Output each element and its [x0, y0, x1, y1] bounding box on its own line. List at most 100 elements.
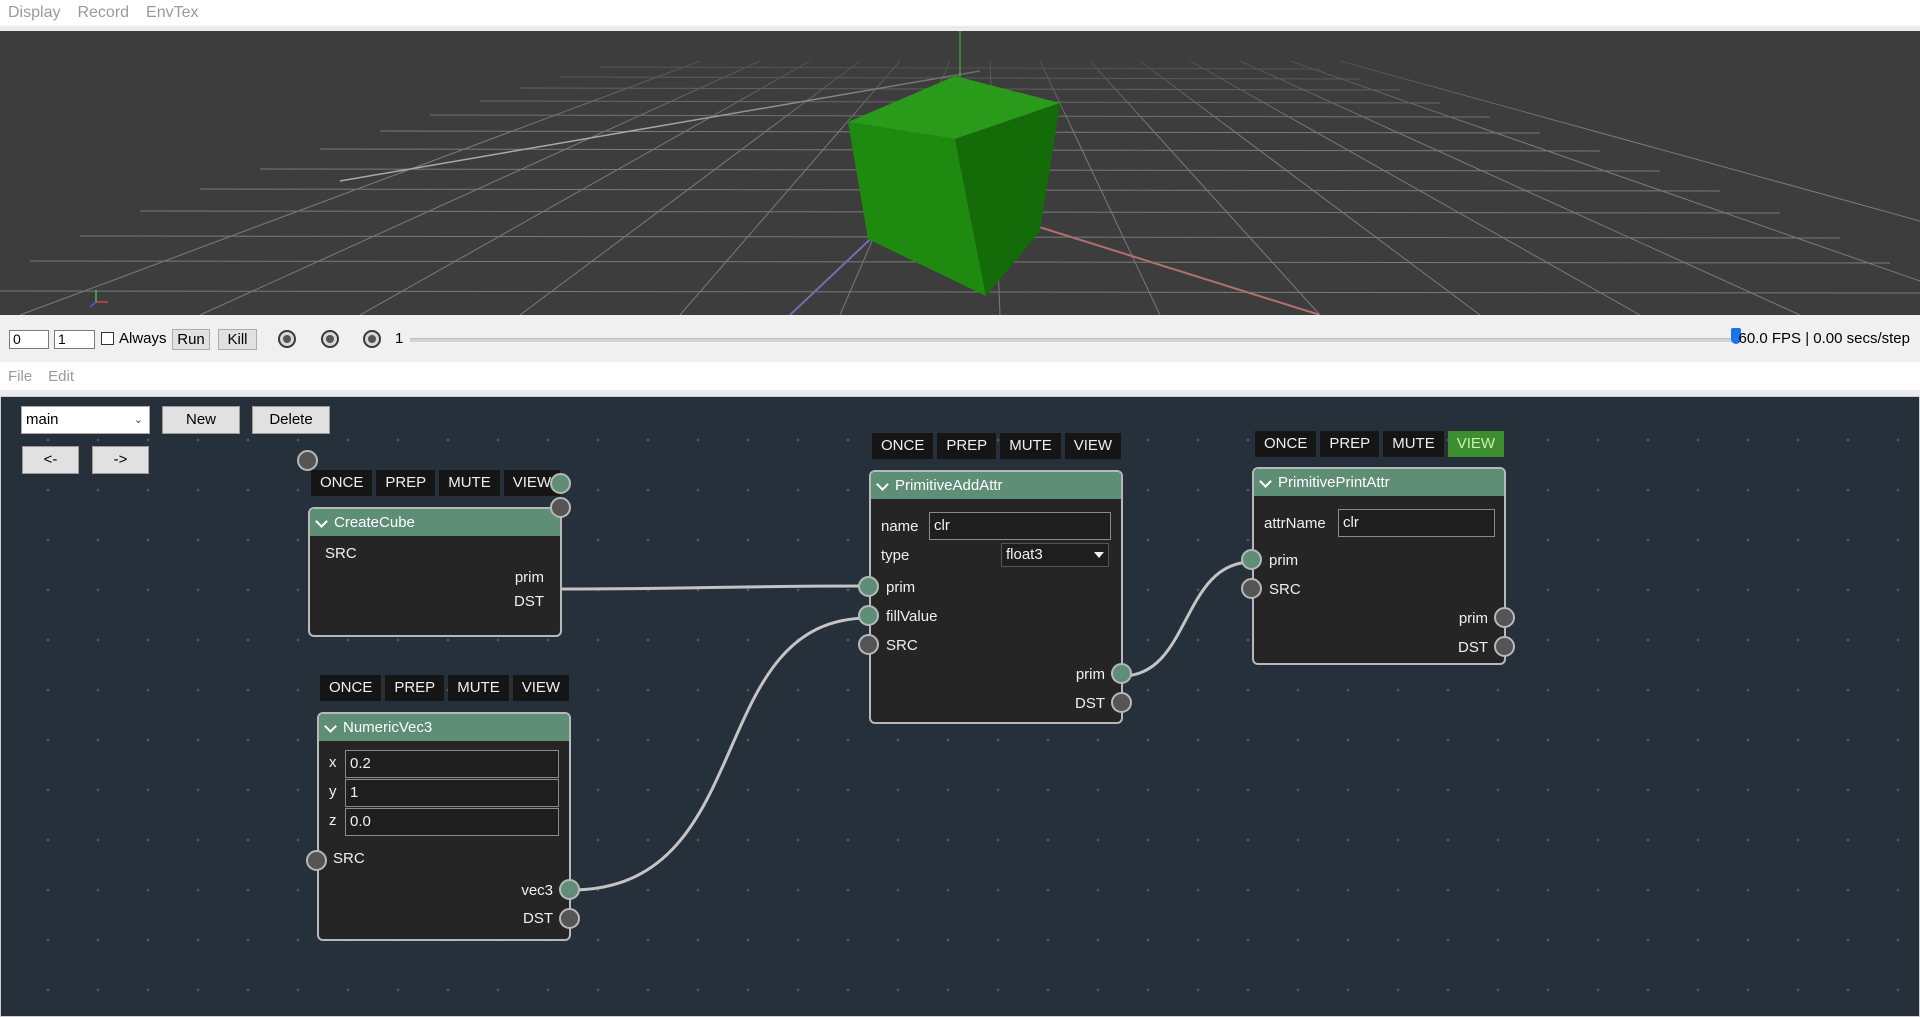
printattr-once-toggle[interactable]: ONCE — [1255, 431, 1317, 457]
createcube-title: CreateCube — [334, 514, 415, 531]
run-button[interactable]: Run — [172, 329, 210, 350]
menu-file[interactable]: File — [8, 368, 32, 385]
menu-record[interactable]: Record — [77, 4, 129, 22]
addattr-dst-port[interactable] — [1111, 692, 1132, 713]
addattr-src-port[interactable] — [858, 634, 879, 655]
chevron-down-icon[interactable] — [315, 515, 328, 528]
wire-cube-to-addattr — [560, 584, 870, 591]
createcube-header[interactable]: CreateCube — [310, 509, 560, 536]
prev-frame-icon[interactable] — [321, 330, 339, 348]
wire-addattr-to-printattr — [1121, 560, 1253, 678]
start-frame-input[interactable]: 0 — [9, 330, 49, 349]
printattr-src-label: SRC — [1269, 581, 1301, 598]
vec3-y-input[interactable]: 1 — [345, 779, 559, 807]
numericvec3-view-toggle[interactable]: VIEW — [512, 675, 570, 701]
printattr-attrname-label: attrName — [1264, 515, 1326, 532]
createcube-dst-port[interactable] — [550, 497, 571, 518]
printattr-mute-toggle[interactable]: MUTE — [1383, 431, 1444, 457]
createcube-prep-toggle[interactable]: PREP — [376, 470, 436, 496]
kill-button[interactable]: Kill — [218, 329, 257, 350]
createcube-src-label: SRC — [325, 545, 357, 562]
numericvec3-title: NumericVec3 — [343, 719, 433, 736]
addattr-prim-in-label: prim — [886, 579, 916, 596]
printattr-prim-out-port[interactable] — [1494, 607, 1515, 628]
wire-vec3-to-fillvalue — [570, 616, 870, 892]
printattr-dst-label: DST — [1458, 639, 1488, 656]
vec3-x-input[interactable]: 0.2 — [345, 750, 559, 778]
addattr-type-select[interactable]: float3 — [1001, 543, 1109, 567]
printattr-prim-out-label: prim — [1458, 610, 1488, 627]
vec3-z-input[interactable]: 0.0 — [345, 808, 559, 836]
numericvec3-dst-port[interactable] — [559, 908, 580, 929]
createcube-prim-port[interactable] — [550, 473, 571, 494]
numericvec3-mute-toggle[interactable]: MUTE — [448, 675, 509, 701]
printattr-header[interactable]: PrimitivePrintAttr — [1254, 469, 1504, 496]
current-frame-label: 1 — [395, 330, 404, 347]
printattr-toolbar: ONCE PREP MUTE VIEW — [1255, 431, 1505, 457]
chevron-down-icon[interactable] — [324, 720, 337, 733]
addattr-fillvalue-label: fillValue — [886, 608, 938, 625]
createcube-dst-label: DST — [514, 593, 544, 610]
createcube-toolbar: ONCE PREP MUTE VIEW — [311, 470, 561, 496]
next-frame-icon[interactable] — [363, 330, 381, 348]
printattr-prep-toggle[interactable]: PREP — [1320, 431, 1380, 457]
node-graph-canvas[interactable]: main ⌄ New Delete <- -> ONCE PREP MUTE V… — [0, 396, 1920, 1017]
numericvec3-src-port[interactable] — [306, 850, 327, 871]
addattr-header[interactable]: PrimitiveAddAttr — [871, 472, 1121, 499]
chevron-down-icon[interactable] — [1259, 475, 1272, 488]
editor-menubar: File Edit — [0, 362, 1920, 390]
printattr-dst-port[interactable] — [1494, 636, 1515, 657]
frame-slider-track[interactable] — [410, 338, 1740, 342]
addattr-prim-in-port[interactable] — [858, 576, 879, 597]
node-primitiveaddattr[interactable]: PrimitiveAddAttr name clr type float3 pr… — [869, 470, 1123, 724]
addattr-src-label: SRC — [886, 637, 918, 654]
addattr-fillvalue-port[interactable] — [858, 605, 879, 626]
addattr-mute-toggle[interactable]: MUTE — [1000, 433, 1061, 459]
addattr-prim-out-label: prim — [1075, 666, 1105, 683]
viewport-scene — [0, 31, 1920, 315]
menu-envtex[interactable]: EnvTex — [146, 4, 198, 22]
vec3-z-label: z — [329, 812, 337, 829]
chevron-down-icon[interactable] — [876, 478, 889, 491]
createcube-prim-label: prim — [514, 569, 544, 586]
addattr-type-label: type — [881, 547, 910, 564]
printattr-prim-in-port[interactable] — [1241, 549, 1262, 570]
vec3-y-label: y — [329, 783, 337, 800]
vec3-x-label: x — [329, 754, 337, 771]
node-createcube[interactable]: CreateCube SRC prim DST — [308, 507, 562, 637]
createcube-once-toggle[interactable]: ONCE — [311, 470, 373, 496]
printattr-attrname-input[interactable]: clr — [1338, 509, 1495, 537]
numericvec3-header[interactable]: NumericVec3 — [319, 714, 569, 741]
createcube-src-port[interactable] — [297, 450, 318, 471]
printattr-title: PrimitivePrintAttr — [1278, 474, 1390, 491]
viewer-menubar: Display Record EnvTex — [0, 0, 1920, 26]
addattr-type-value: float3 — [1006, 546, 1043, 563]
addattr-title: PrimitiveAddAttr — [895, 477, 1003, 494]
menu-edit[interactable]: Edit — [48, 368, 74, 385]
addattr-view-toggle[interactable]: VIEW — [1064, 433, 1122, 459]
end-frame-input[interactable]: 1 — [54, 330, 95, 349]
numericvec3-vec3-label: vec3 — [521, 882, 553, 899]
3d-viewport[interactable] — [0, 31, 1920, 315]
numericvec3-prep-toggle[interactable]: PREP — [385, 675, 445, 701]
numericvec3-toolbar: ONCE PREP MUTE VIEW — [320, 675, 570, 701]
addattr-prep-toggle[interactable]: PREP — [937, 433, 997, 459]
node-numericvec3[interactable]: NumericVec3 x 0.2 y 1 z 0.0 SRC vec3 DST — [317, 712, 571, 941]
addattr-once-toggle[interactable]: ONCE — [872, 433, 934, 459]
addattr-name-label: name — [881, 518, 919, 535]
stop-icon[interactable] — [278, 330, 296, 348]
addattr-name-input[interactable]: clr — [929, 512, 1111, 540]
createcube-mute-toggle[interactable]: MUTE — [439, 470, 500, 496]
menu-display[interactable]: Display — [8, 4, 60, 22]
addattr-dst-label: DST — [1075, 695, 1105, 712]
addattr-toolbar: ONCE PREP MUTE VIEW — [872, 433, 1122, 459]
node-primitiveprintattr[interactable]: PrimitivePrintAttr attrName clr prim SRC… — [1252, 467, 1506, 665]
printattr-view-toggle[interactable]: VIEW — [1447, 431, 1505, 457]
numericvec3-dst-label: DST — [523, 910, 553, 927]
numericvec3-vec3-port[interactable] — [559, 879, 580, 900]
chevron-down-icon — [1094, 552, 1104, 558]
addattr-prim-out-port[interactable] — [1111, 663, 1132, 684]
always-checkbox[interactable] — [101, 332, 114, 345]
numericvec3-once-toggle[interactable]: ONCE — [320, 675, 382, 701]
printattr-src-port[interactable] — [1241, 578, 1262, 599]
